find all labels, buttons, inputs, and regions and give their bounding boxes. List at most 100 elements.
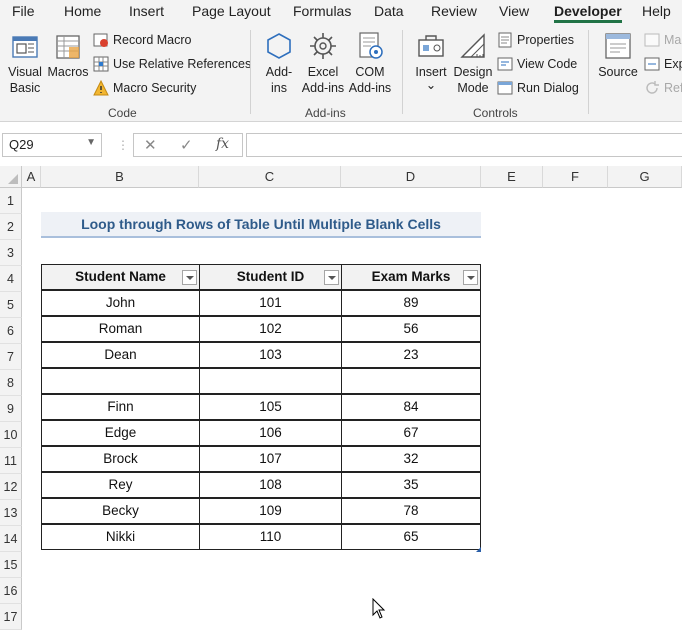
add-ins-label-1: Add- <box>265 65 293 79</box>
column-header-a[interactable]: A <box>22 166 41 188</box>
student-id-cell[interactable]: 109 <box>199 498 342 524</box>
exam-marks-cell[interactable]: 78 <box>341 498 481 524</box>
exam-marks-cell[interactable] <box>341 368 481 394</box>
student-name-cell[interactable]: Dean <box>41 342 200 368</box>
student-name-cell[interactable]: Finn <box>41 394 200 420</box>
student-id-cell[interactable]: 102 <box>199 316 342 342</box>
student-name-cell[interactable]: John <box>41 290 200 316</box>
use-relative-references-button[interactable]: Use Relative References <box>93 56 251 72</box>
exam-marks-cell[interactable]: 56 <box>341 316 481 342</box>
column-header-f[interactable]: F <box>543 166 608 188</box>
row-header[interactable]: 17 <box>0 604 22 630</box>
row-header[interactable]: 2 <box>0 214 22 240</box>
source-button[interactable]: Source <box>596 30 640 80</box>
properties-button[interactable]: Properties <box>497 32 574 48</box>
record-macro-button[interactable]: Record Macro <box>93 32 192 48</box>
column-header-e[interactable]: E <box>481 166 543 188</box>
exam-marks-cell[interactable]: 89 <box>341 290 481 316</box>
column-header-g[interactable]: G <box>608 166 682 188</box>
student-name-cell[interactable]: Nikki <box>41 524 200 550</box>
student-id-cell[interactable]: 107 <box>199 446 342 472</box>
filter-dropdown-icon[interactable] <box>463 270 478 285</box>
exam-marks-cell[interactable]: 84 <box>341 394 481 420</box>
filter-dropdown-icon[interactable] <box>182 270 197 285</box>
tab-home[interactable]: Home <box>64 3 101 19</box>
tab-view[interactable]: View <box>499 3 529 19</box>
add-ins-button[interactable]: Add- ins <box>258 30 300 96</box>
enter-icon[interactable]: ✓ <box>180 136 193 154</box>
tab-help[interactable]: Help <box>642 3 671 19</box>
row-header[interactable]: 14 <box>0 526 22 552</box>
filter-dropdown-icon[interactable] <box>324 270 339 285</box>
tab-insert[interactable]: Insert <box>129 3 164 19</box>
tab-developer[interactable]: Developer <box>554 3 622 23</box>
student-id-cell[interactable]: 103 <box>199 342 342 368</box>
insert-function-icon[interactable]: fx <box>216 136 229 152</box>
row-header[interactable]: 5 <box>0 292 22 318</box>
column-header-d[interactable]: D <box>341 166 481 188</box>
row-header[interactable]: 1 <box>0 188 22 214</box>
insert-control-button[interactable]: Insert ⌄ <box>410 30 452 91</box>
tab-review[interactable]: Review <box>431 3 477 19</box>
row-header[interactable]: 10 <box>0 422 22 448</box>
chevron-down-icon[interactable]: ▼ <box>86 137 96 148</box>
name-box[interactable]: Q29 ▼ <box>2 133 102 157</box>
formula-input[interactable] <box>246 133 682 157</box>
row-header[interactable]: 3 <box>0 240 22 266</box>
student-name-cell[interactable]: Roman <box>41 316 200 342</box>
student-name-cell[interactable]: Becky <box>41 498 200 524</box>
row-header[interactable]: 13 <box>0 500 22 526</box>
excel-add-ins-button[interactable]: Excel Add-ins <box>300 30 346 96</box>
row-header[interactable]: 16 <box>0 578 22 604</box>
row-header[interactable]: 9 <box>0 396 22 422</box>
header-student-id[interactable]: Student ID <box>199 264 342 290</box>
row-header[interactable]: 6 <box>0 318 22 344</box>
tab-page-layout[interactable]: Page Layout <box>192 3 271 19</box>
student-name-cell[interactable]: Rey <box>41 472 200 498</box>
formula-bar-grip[interactable]: ⋮ <box>117 138 129 152</box>
worksheet-grid[interactable]: A B C D E F G 1 2 3 4 5 6 7 8 9 10 11 12 13 14 15 16 17 … <box>0 166 682 631</box>
tab-data[interactable]: Data <box>374 3 404 19</box>
row-header[interactable]: 12 <box>0 474 22 500</box>
visual-basic-button[interactable]: Visual Basic <box>4 30 46 96</box>
student-id-cell[interactable]: 110 <box>199 524 342 550</box>
row-header[interactable]: 7 <box>0 344 22 370</box>
sheet-title[interactable]: Loop through Rows of Table Until Multipl… <box>41 212 481 238</box>
cancel-icon[interactable]: ✕ <box>144 136 157 154</box>
exam-marks-cell[interactable]: 35 <box>341 472 481 498</box>
run-dialog-button[interactable]: Run Dialog <box>497 80 579 96</box>
header-exam-marks[interactable]: Exam Marks <box>341 264 481 290</box>
student-id-cell[interactable]: 106 <box>199 420 342 446</box>
formula-bar: Q29 ▼ ⋮ ✕ ✓ fx <box>0 130 682 160</box>
com-add-ins-button[interactable]: COM Add-ins <box>347 30 393 96</box>
student-id-cell[interactable]: 105 <box>199 394 342 420</box>
select-all-button[interactable] <box>0 166 22 188</box>
exam-marks-cell[interactable]: 67 <box>341 420 481 446</box>
exam-marks-cell[interactable]: 23 <box>341 342 481 368</box>
header-student-name[interactable]: Student Name <box>41 264 200 290</box>
student-id-cell[interactable]: 108 <box>199 472 342 498</box>
tab-file[interactable]: File <box>12 3 35 19</box>
expansion-packs-button[interactable]: Expa <box>644 56 682 72</box>
student-name-cell[interactable] <box>41 368 200 394</box>
tab-formulas[interactable]: Formulas <box>293 3 351 19</box>
row-header[interactable]: 4 <box>0 266 22 292</box>
student-name-cell[interactable]: Brock <box>41 446 200 472</box>
exam-marks-cell[interactable]: 32 <box>341 446 481 472</box>
row-header[interactable]: 11 <box>0 448 22 474</box>
student-id-cell[interactable]: 101 <box>199 290 342 316</box>
student-id-cell[interactable] <box>199 368 342 394</box>
refresh-data-button[interactable]: Refr <box>644 80 682 96</box>
macros-button[interactable]: Macros <box>46 30 90 80</box>
row-header[interactable]: 15 <box>0 552 22 578</box>
column-header-b[interactable]: B <box>41 166 199 188</box>
student-name-cell[interactable]: Edge <box>41 420 200 446</box>
exam-marks-cell[interactable]: 65 <box>341 524 481 550</box>
design-mode-button[interactable]: Design Mode <box>452 30 494 96</box>
table-resize-handle[interactable] <box>476 547 481 552</box>
view-code-button[interactable]: View Code <box>497 56 577 72</box>
row-header[interactable]: 8 <box>0 370 22 396</box>
column-header-c[interactable]: C <box>199 166 341 188</box>
map-properties-button[interactable]: Map <box>644 32 682 48</box>
macro-security-button[interactable]: Macro Security <box>93 80 196 96</box>
